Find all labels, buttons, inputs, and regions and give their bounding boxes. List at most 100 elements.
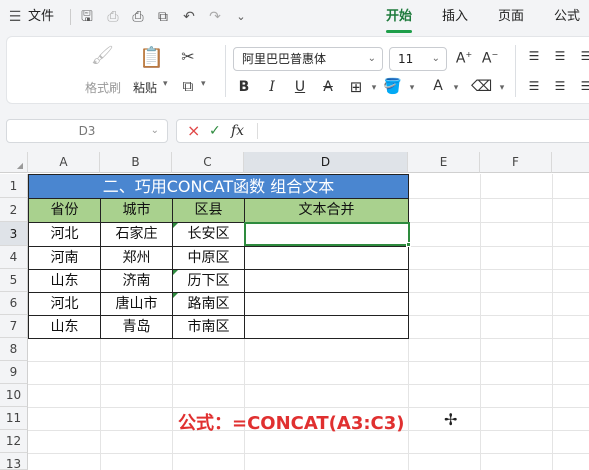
row-header-9[interactable]: 9 [0, 361, 28, 384]
row-header-13[interactable]: 13 [0, 453, 28, 470]
format-painter-icon[interactable]: 🖌 [91, 45, 114, 66]
align-middle-icon[interactable]: ☰ [551, 49, 569, 63]
table-cell[interactable] [245, 270, 408, 292]
row-header-4[interactable]: 4 [0, 246, 28, 269]
name-box-value: D3 [78, 124, 96, 138]
table-cell[interactable]: 市南区 [173, 316, 244, 338]
tab-formula[interactable]: 公式 [554, 0, 580, 34]
row-header-10[interactable]: 10 [0, 384, 28, 407]
header-district[interactable]: 区县 [173, 199, 244, 222]
row-header-12[interactable]: 12 [0, 430, 28, 453]
column-header-f[interactable]: F [480, 152, 552, 173]
row-header-5[interactable]: 5 [0, 269, 28, 292]
paste-label[interactable]: 粘贴 [133, 79, 157, 96]
select-all-corner[interactable]: ◢ [0, 152, 28, 173]
table-cell[interactable]: 长安区 [173, 223, 244, 246]
copy-icon[interactable]: ⧉ [179, 77, 197, 95]
font-name-value: 阿里巴巴普惠体 [242, 52, 327, 66]
row-header-1[interactable]: 1 [0, 174, 28, 198]
font-color-dropdown-icon[interactable]: ▾ [447, 83, 465, 93]
row-header-7[interactable]: 7 [0, 315, 28, 338]
align-center-icon[interactable]: ☰ [551, 79, 569, 93]
formula-input-area[interactable]: × ✓ fx [176, 119, 589, 143]
copy-dropdown-icon[interactable]: ▾ [201, 79, 206, 89]
header-merged-text[interactable]: 文本合并 [245, 199, 408, 222]
font-name-select[interactable]: 阿里巴巴普惠体 ⌄ [233, 47, 383, 71]
clear-format-icon[interactable]: ⌫ [471, 77, 492, 95]
column-header-e[interactable]: E [408, 152, 480, 173]
borders-dropdown-icon[interactable]: ▾ [365, 83, 383, 93]
cut-icon[interactable]: ✂ [179, 47, 197, 66]
paste-dropdown-icon[interactable]: ▾ [163, 79, 168, 89]
table-cell[interactable]: 河南 [29, 247, 100, 269]
clear-dropdown-icon[interactable]: ▾ [493, 83, 511, 93]
table-cell[interactable]: 历下区 [173, 270, 244, 292]
undo-icon[interactable]: ↶ [180, 8, 198, 26]
column-header-b[interactable]: B [100, 152, 172, 173]
table-cell[interactable] [245, 316, 408, 338]
italic-icon[interactable]: I [263, 79, 281, 95]
save-icon[interactable]: 🖫 [78, 8, 96, 26]
tab-page[interactable]: 页面 [498, 0, 524, 34]
bold-icon[interactable]: B [235, 79, 253, 95]
font-color-icon[interactable]: A [429, 78, 447, 94]
align-left-icon[interactable]: ☰ [525, 79, 543, 93]
header-province[interactable]: 省份 [29, 199, 100, 222]
table-cell[interactable]: 河北 [29, 223, 100, 246]
file-menu[interactable]: 文件 [28, 0, 54, 34]
table-cell[interactable]: 河北 [29, 293, 100, 315]
gridline [28, 361, 589, 362]
column-header-c[interactable]: C [172, 152, 244, 173]
table-cell[interactable]: 济南 [101, 270, 172, 292]
borders-icon[interactable]: ⊞ [347, 78, 365, 96]
tab-home[interactable]: 开始 [386, 0, 412, 34]
row-header-11[interactable]: 11 [0, 407, 28, 430]
more-chevron-icon[interactable]: ⌄ [232, 8, 250, 26]
column-header-d[interactable]: D [244, 152, 408, 173]
export-pdf-icon[interactable]: ⎙ [104, 8, 122, 26]
table-cell[interactable] [245, 293, 408, 315]
fill-handle[interactable] [406, 242, 411, 247]
ribbon-panel: 🖌 格式刷 📋 粘贴 ▾ ✂ ⧉ ▾ 阿里巴巴普惠体 ⌄ 11 ⌄ A+ A− … [6, 36, 589, 104]
column-header-g[interactable] [552, 152, 589, 173]
menu-icon[interactable]: ☰ [6, 8, 24, 26]
row-header-3[interactable]: 3 [0, 222, 28, 246]
format-painter-label[interactable]: 格式刷 [85, 79, 121, 96]
header-city[interactable]: 城市 [101, 199, 172, 222]
table-cell[interactable] [245, 247, 408, 269]
fill-color-icon[interactable]: 🪣 [383, 77, 402, 95]
decrease-font-icon[interactable]: A− [481, 50, 499, 67]
align-right-icon[interactable]: ☰ [577, 79, 589, 93]
row-header-6[interactable]: 6 [0, 292, 28, 315]
paste-icon[interactable]: 📋 [139, 45, 164, 69]
align-bottom-icon[interactable]: ☰ [577, 49, 589, 63]
row-header-8[interactable]: 8 [0, 338, 28, 361]
row-header-2[interactable]: 2 [0, 198, 28, 222]
font-size-select[interactable]: 11 ⌄ [389, 47, 447, 71]
print-preview-icon[interactable]: ⧉ [154, 8, 172, 26]
name-box[interactable]: D3 ⌄ [6, 119, 168, 143]
fill-color-dropdown-icon[interactable]: ▾ [403, 83, 421, 93]
table-cell[interactable]: 唐山市 [101, 293, 172, 315]
table-cell[interactable]: 石家庄 [101, 223, 172, 246]
strikethrough-icon[interactable]: A [319, 79, 337, 95]
table-cell[interactable]: 路南区 [173, 293, 244, 315]
ribbon: 🖌 格式刷 📋 粘贴 ▾ ✂ ⧉ ▾ 阿里巴巴普惠体 ⌄ 11 ⌄ A+ A− … [0, 34, 589, 106]
table-cell[interactable]: 山东 [29, 270, 100, 292]
redo-icon[interactable]: ↷ [206, 8, 224, 26]
tab-insert[interactable]: 插入 [442, 0, 468, 34]
table-cell[interactable]: 中原区 [173, 247, 244, 269]
fx-icon[interactable]: fx [231, 122, 244, 140]
underline-icon[interactable]: U [291, 79, 309, 95]
table-cell[interactable]: 郑州 [101, 247, 172, 269]
align-top-icon[interactable]: ☰ [525, 49, 543, 63]
table-cell[interactable]: 青岛 [101, 316, 172, 338]
sheet-title[interactable]: 二、巧用CONCAT函数 组合文本 [29, 175, 408, 198]
column-header-a[interactable]: A [28, 152, 100, 173]
table-cell[interactable]: 山东 [29, 316, 100, 338]
confirm-icon[interactable]: ✓ [209, 122, 221, 140]
print-icon[interactable]: ⎙ [129, 8, 147, 26]
cancel-icon[interactable]: × [187, 122, 200, 140]
increase-font-icon[interactable]: A+ [455, 50, 473, 67]
gridline [28, 453, 589, 454]
